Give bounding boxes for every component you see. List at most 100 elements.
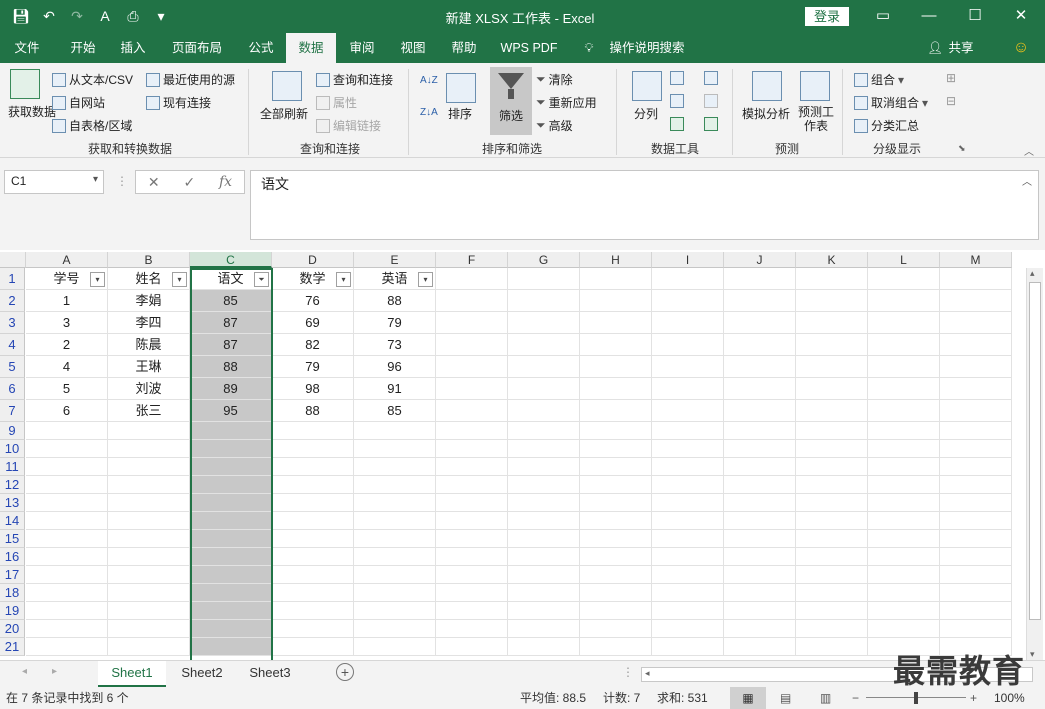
- empty-cell[interactable]: [868, 584, 940, 602]
- what-if-analysis-button[interactable]: 模拟分析: [742, 105, 790, 122]
- empty-cell[interactable]: [354, 494, 436, 512]
- table-cell[interactable]: 96: [354, 356, 436, 378]
- empty-cell[interactable]: [354, 548, 436, 566]
- empty-cell[interactable]: [354, 440, 436, 458]
- empty-cell[interactable]: [508, 584, 580, 602]
- table-cell[interactable]: 5: [26, 378, 108, 400]
- empty-cell[interactable]: [436, 638, 508, 656]
- empty-cell[interactable]: [652, 566, 724, 584]
- empty-cell[interactable]: [580, 356, 652, 378]
- row-header[interactable]: 12: [0, 476, 25, 494]
- empty-cell[interactable]: [796, 512, 868, 530]
- empty-cell[interactable]: [436, 400, 508, 422]
- empty-cell[interactable]: [508, 548, 580, 566]
- empty-cell[interactable]: [26, 422, 108, 440]
- from-text-csv-button[interactable]: 从文本/CSV: [52, 71, 133, 88]
- empty-cell[interactable]: [796, 356, 868, 378]
- empty-cell[interactable]: [508, 422, 580, 440]
- empty-cell[interactable]: [508, 378, 580, 400]
- empty-cell[interactable]: [508, 440, 580, 458]
- empty-cell[interactable]: [436, 334, 508, 356]
- consolidate-icon[interactable]: [704, 71, 718, 85]
- sheet-tab-sheet3[interactable]: Sheet3: [238, 661, 302, 687]
- filter-dropdown-icon[interactable]: ▾: [336, 272, 351, 287]
- empty-cell[interactable]: [26, 440, 108, 458]
- empty-cell[interactable]: [272, 566, 354, 584]
- empty-cell[interactable]: [652, 268, 724, 290]
- empty-cell[interactable]: [940, 378, 1012, 400]
- empty-cell[interactable]: [724, 440, 796, 458]
- tab-formulas[interactable]: 公式: [238, 33, 284, 63]
- empty-cell[interactable]: [508, 602, 580, 620]
- empty-cell[interactable]: [796, 458, 868, 476]
- empty-cell[interactable]: [940, 400, 1012, 422]
- empty-cell[interactable]: [724, 334, 796, 356]
- table-cell[interactable]: 73: [354, 334, 436, 356]
- empty-cell[interactable]: [868, 440, 940, 458]
- reapply-button[interactable]: ⏷ 重新应用: [536, 94, 597, 111]
- empty-cell[interactable]: [868, 620, 940, 638]
- row-header[interactable]: 21: [0, 638, 25, 656]
- column-header-c[interactable]: C: [190, 252, 272, 268]
- empty-cell[interactable]: [868, 530, 940, 548]
- empty-cell[interactable]: [868, 334, 940, 356]
- empty-cell[interactable]: [940, 512, 1012, 530]
- empty-cell[interactable]: [508, 638, 580, 656]
- row-header[interactable]: 14: [0, 512, 25, 530]
- sort-button[interactable]: 排序: [448, 105, 472, 122]
- column-header-h[interactable]: H: [580, 252, 652, 268]
- save-icon[interactable]: 💾︎: [10, 7, 32, 25]
- row-header[interactable]: 7: [0, 400, 25, 422]
- column-header-b[interactable]: B: [108, 252, 190, 268]
- empty-cell[interactable]: [580, 494, 652, 512]
- empty-cell[interactable]: [796, 334, 868, 356]
- empty-cell[interactable]: [436, 290, 508, 312]
- empty-cell[interactable]: [940, 584, 1012, 602]
- empty-cell[interactable]: [868, 476, 940, 494]
- get-data-button[interactable]: 获取数据: [8, 105, 56, 119]
- empty-cell[interactable]: [796, 440, 868, 458]
- empty-cell[interactable]: [508, 566, 580, 584]
- table-cell[interactable]: 刘波: [108, 378, 190, 400]
- header-cell[interactable]: 数学 ▾: [272, 268, 354, 290]
- empty-cell[interactable]: [796, 620, 868, 638]
- empty-cell[interactable]: [436, 356, 508, 378]
- empty-cell[interactable]: [436, 422, 508, 440]
- tab-page-layout[interactable]: 页面布局: [162, 33, 232, 63]
- empty-cell[interactable]: [436, 584, 508, 602]
- empty-cell[interactable]: [724, 602, 796, 620]
- empty-cell[interactable]: [868, 566, 940, 584]
- refresh-all-button[interactable]: 全部刷新: [260, 105, 308, 122]
- format-painter-icon[interactable]: A: [94, 7, 116, 25]
- empty-cell[interactable]: [652, 334, 724, 356]
- zoom-slider-thumb[interactable]: [914, 692, 918, 704]
- empty-cell[interactable]: [508, 312, 580, 334]
- empty-cell[interactable]: [354, 620, 436, 638]
- empty-cell[interactable]: [940, 268, 1012, 290]
- empty-cell[interactable]: [796, 422, 868, 440]
- from-table-button[interactable]: 自表格/区域: [52, 117, 132, 134]
- empty-cell[interactable]: [940, 530, 1012, 548]
- empty-cell[interactable]: [652, 356, 724, 378]
- sheet-tab-sheet2[interactable]: Sheet2: [168, 661, 236, 687]
- redo-icon[interactable]: ↷: [66, 7, 88, 25]
- empty-cell[interactable]: [436, 530, 508, 548]
- empty-cell[interactable]: [724, 512, 796, 530]
- subtotal-button[interactable]: 分类汇总: [854, 117, 919, 134]
- table-cell[interactable]: 79: [354, 312, 436, 334]
- empty-cell[interactable]: [436, 378, 508, 400]
- row-header[interactable]: 1: [0, 268, 25, 290]
- empty-cell[interactable]: [354, 584, 436, 602]
- hide-detail-icon[interactable]: ⊟: [946, 94, 956, 108]
- empty-cell[interactable]: [26, 494, 108, 512]
- chevron-down-icon[interactable]: ▾: [93, 174, 98, 185]
- customize-qat-icon[interactable]: ▾: [150, 7, 172, 25]
- empty-cell[interactable]: [508, 290, 580, 312]
- empty-cell[interactable]: [868, 378, 940, 400]
- empty-cell[interactable]: [940, 290, 1012, 312]
- empty-cell[interactable]: [26, 476, 108, 494]
- empty-cell[interactable]: [724, 290, 796, 312]
- empty-cell[interactable]: [580, 334, 652, 356]
- empty-cell[interactable]: [940, 476, 1012, 494]
- empty-cell[interactable]: [580, 602, 652, 620]
